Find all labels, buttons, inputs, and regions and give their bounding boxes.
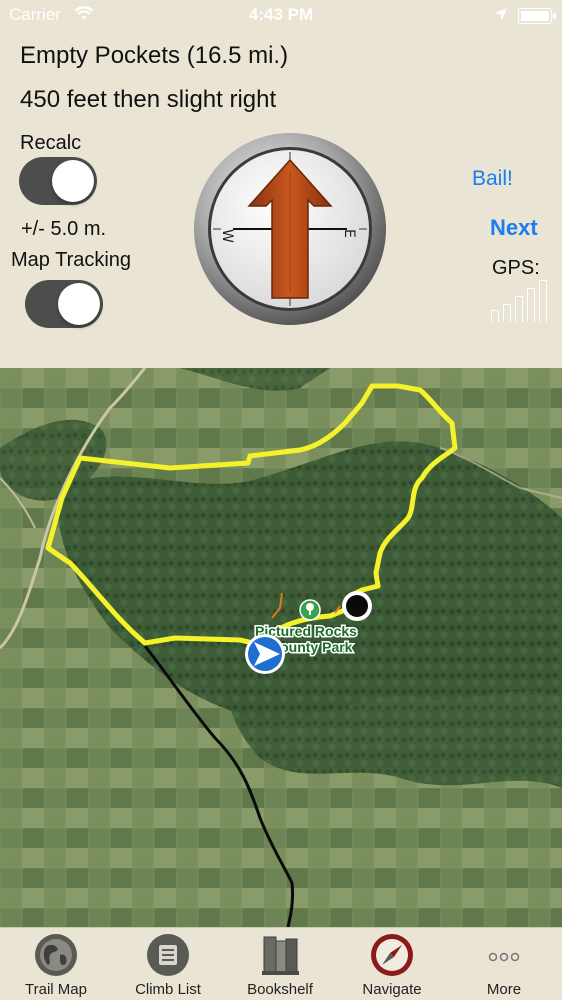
map-tracking-label: Map Tracking [11,249,132,271]
tab-label: Navigate [362,981,422,998]
books-icon [258,933,302,977]
current-location-marker[interactable] [245,634,285,674]
gps-signal-icon [491,280,551,322]
tab-navigate[interactable]: Navigate [336,928,448,1000]
turn-instruction: 450 feet then slight right [20,86,277,113]
location-arrow-icon [494,6,508,26]
globe-icon [34,933,78,977]
tab-bar: Trail Map Climb List Bookshelf Navigate … [0,927,562,1000]
navigation-panel: Empty Pockets (16.5 mi.) 450 feet then s… [0,32,562,368]
tab-label: Climb List [135,981,201,998]
tab-trail-map[interactable]: Trail Map [0,928,112,1000]
compass-west-label: W [219,229,235,243]
compass-icon [370,933,414,977]
compass-east-label: E [341,229,357,238]
recalc-label: Recalc [20,132,82,154]
gps-label: GPS: [492,257,540,279]
tab-more[interactable]: More [448,928,560,1000]
destination-marker[interactable] [342,591,372,621]
next-button[interactable]: Next [490,215,538,241]
bail-button[interactable]: Bail! [472,167,513,191]
tab-label: More [486,981,522,998]
tab-label: Bookshelf [247,981,313,998]
list-icon [146,933,190,977]
park-icon [299,599,321,621]
tab-climb-list[interactable]: Climb List [112,928,224,1000]
map-tracking-toggle[interactable] [25,280,103,328]
status-bar: Carrier 4:43 PM [0,0,562,32]
toggle-knob [58,283,100,325]
gps-accuracy: +/- 5.0 m. [21,218,107,240]
tab-label: Trail Map [25,981,87,998]
status-time: 4:43 PM [248,5,314,24]
recalc-toggle[interactable] [19,157,97,205]
trail-map[interactable]: Pictured Rocks County Park [0,368,562,927]
battery-icon [518,8,556,24]
route-title: Empty Pockets (16.5 mi.) [20,42,289,69]
more-icon [482,933,526,977]
toggle-knob [52,160,94,202]
tab-bookshelf[interactable]: Bookshelf [224,928,336,1000]
compass: W E [193,132,387,326]
